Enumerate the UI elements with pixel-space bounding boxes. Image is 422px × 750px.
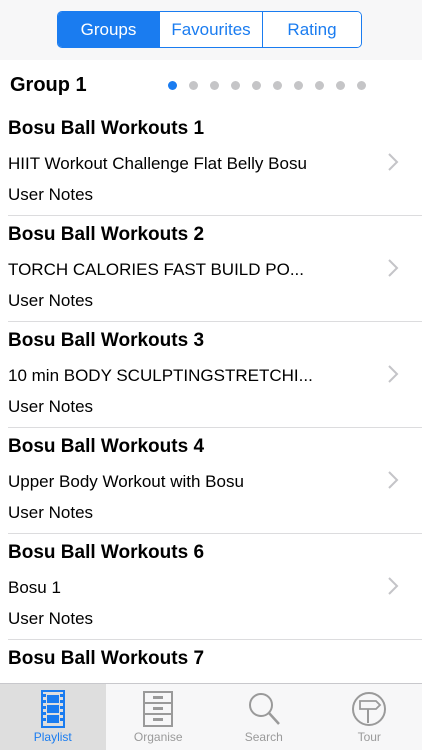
- item-title: Bosu Ball Workouts 7: [8, 648, 205, 669]
- tab-playlist-label: Playlist: [33, 730, 72, 744]
- cabinet-icon: [143, 691, 174, 727]
- list-item[interactable]: Bosu Ball Workouts 4 Upper Body Workout …: [8, 428, 422, 534]
- page-dot: [252, 81, 261, 90]
- item-title: Bosu Ball Workouts 1: [8, 118, 205, 139]
- page-dot: [231, 81, 240, 90]
- tab-tour[interactable]: Tour: [317, 684, 422, 750]
- segment-rating[interactable]: Rating: [262, 12, 361, 47]
- tab-organise-label: Organise: [133, 730, 183, 744]
- list-item[interactable]: Bosu Ball Workouts 6 Bosu 1 User Notes: [8, 534, 422, 640]
- segmented-control: Groups Favourites Rating: [57, 11, 362, 48]
- top-bar: Groups Favourites Rating: [0, 0, 422, 60]
- tab-bar: Playlist Organise Search Tour: [0, 683, 422, 750]
- item-subtitle: HIIT Workout Challenge Flat Belly Bosu: [8, 154, 307, 173]
- list-item[interactable]: Bosu Ball Workouts 3 10 min BODY SCULPTI…: [8, 322, 422, 428]
- item-notes: User Notes: [8, 609, 94, 628]
- chevron-right-icon: [388, 153, 399, 171]
- signpost-icon: [352, 692, 387, 726]
- segment-groups[interactable]: Groups: [58, 12, 159, 47]
- magnifier-icon: [248, 693, 280, 725]
- page-dot: [357, 81, 366, 90]
- tab-search[interactable]: Search: [211, 684, 317, 750]
- list-item[interactable]: Bosu Ball Workouts 1 HIIT Workout Challe…: [8, 110, 422, 216]
- group-header: Group 1: [0, 60, 422, 110]
- item-title: Bosu Ball Workouts 6: [8, 542, 205, 563]
- film-strip-icon: [40, 690, 65, 728]
- chevron-right-icon: [388, 259, 399, 277]
- workout-list: Bosu Ball Workouts 1 HIIT Workout Challe…: [0, 110, 422, 746]
- chevron-right-icon: [388, 471, 399, 489]
- page-dot: [294, 81, 303, 90]
- item-notes: User Notes: [8, 185, 94, 204]
- chevron-right-icon: [388, 577, 399, 595]
- item-notes: User Notes: [8, 503, 94, 522]
- tab-organise[interactable]: Organise: [106, 684, 212, 750]
- segment-favourites[interactable]: Favourites: [159, 12, 262, 47]
- item-notes: User Notes: [8, 397, 94, 416]
- item-notes: User Notes: [8, 291, 94, 310]
- item-subtitle: Bosu 1: [8, 578, 61, 597]
- page-dot: [273, 81, 282, 90]
- chevron-right-icon: [388, 365, 399, 383]
- page-dot: [168, 81, 177, 90]
- page-dot: [315, 81, 324, 90]
- page-indicator[interactable]: [168, 81, 366, 90]
- page-dot: [336, 81, 345, 90]
- app-screen: Groups Favourites Rating Group 1 Bosu Ba…: [0, 0, 422, 750]
- item-title: Bosu Ball Workouts 4: [8, 436, 205, 457]
- item-subtitle: TORCH CALORIES FAST BUILD PO...: [8, 260, 304, 279]
- item-title: Bosu Ball Workouts 3: [8, 330, 205, 351]
- page-dot: [210, 81, 219, 90]
- item-subtitle: 10 min BODY SCULPTINGSTRETCHI...: [8, 366, 313, 385]
- tab-search-label: Search: [244, 730, 283, 744]
- page-dot: [189, 81, 198, 90]
- tab-playlist[interactable]: Playlist: [0, 684, 106, 750]
- tab-tour-label: Tour: [357, 730, 381, 744]
- item-title: Bosu Ball Workouts 2: [8, 224, 205, 245]
- group-title: Group 1: [10, 74, 87, 96]
- item-subtitle: Upper Body Workout with Bosu: [8, 472, 244, 491]
- list-item[interactable]: Bosu Ball Workouts 2 TORCH CALORIES FAST…: [8, 216, 422, 322]
